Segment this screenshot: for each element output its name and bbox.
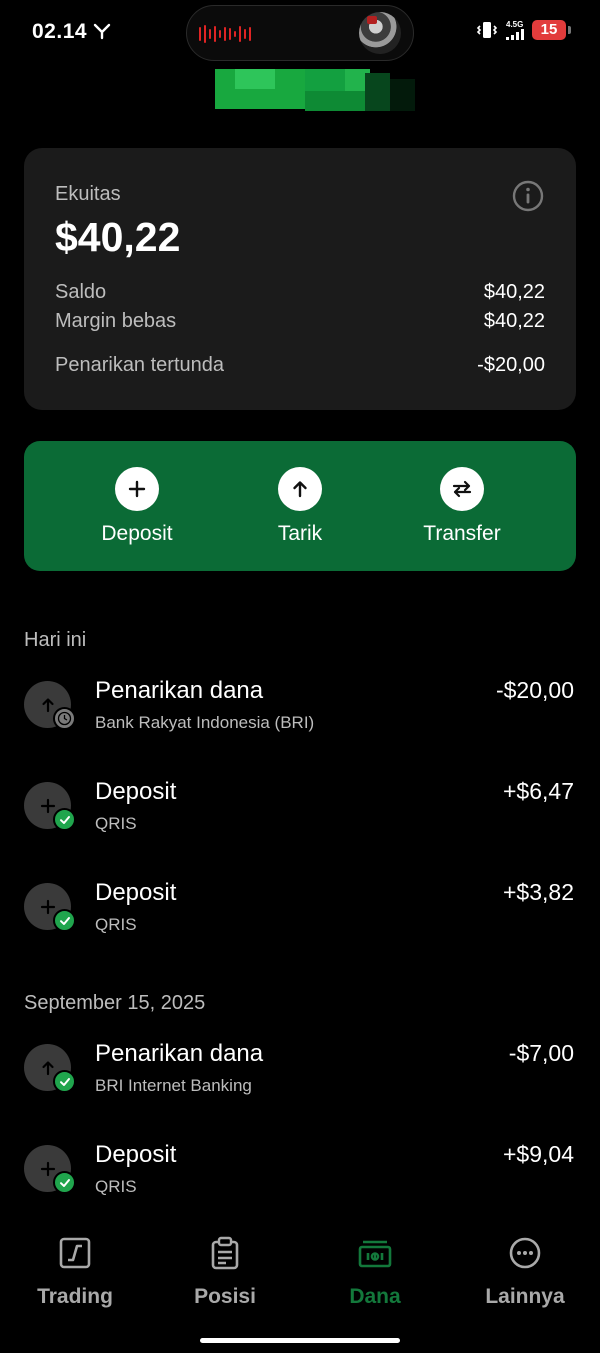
transaction-amount: +$6,47 (503, 778, 574, 804)
plus-icon (115, 467, 159, 511)
transaction-title: Penarikan dana (95, 1040, 264, 1067)
nav-item-dana[interactable]: Dana (305, 1236, 445, 1309)
battery-icon: 15 (532, 20, 571, 40)
balance-value: $40,22 (483, 281, 545, 303)
nav-label-trading: Trading (37, 1285, 113, 1308)
more-icon (509, 1237, 541, 1269)
equity-value: $40,22 (55, 214, 181, 260)
transaction-title: Deposit (95, 1141, 177, 1168)
transaction-amount: +$9,04 (503, 1141, 574, 1167)
transaction-row[interactable]: Deposit QRIS +$3,82 (24, 879, 576, 949)
funds-actions-panel: Deposit Tarik Transfer (24, 441, 576, 571)
pending-clock-icon (53, 707, 76, 730)
transfer-button[interactable]: Transfer (397, 467, 527, 546)
pending-withdrawal-label: Penarikan tertunda (55, 354, 225, 376)
free-margin-label: Margin bebas (55, 310, 177, 332)
transaction-method: QRIS (95, 814, 137, 833)
transaction-method: QRIS (95, 915, 137, 934)
audio-waveform-icon (199, 25, 251, 43)
deposit-button-label: Deposit (101, 522, 173, 545)
transaction-amount: -$7,00 (508, 1040, 574, 1066)
media-artwork-avatar (359, 12, 401, 54)
redacted-account-name (215, 69, 415, 113)
nav-label-posisi: Posisi (194, 1285, 256, 1308)
withdraw-button[interactable]: Tarik (235, 467, 365, 546)
home-indicator[interactable] (200, 1338, 400, 1343)
arrow-up-icon (278, 467, 322, 511)
nav-item-trading[interactable]: Trading (5, 1236, 145, 1309)
deposit-button[interactable]: Deposit (72, 467, 202, 546)
balance-row: Saldo $40,22 (55, 281, 545, 304)
transaction-row[interactable]: Deposit QRIS +$9,04 (24, 1141, 576, 1211)
dynamic-island[interactable] (186, 5, 414, 61)
transaction-amount: -$20,00 (495, 677, 574, 703)
transaction-method: QRIS (95, 1177, 137, 1196)
completed-check-icon (53, 1171, 76, 1194)
info-icon[interactable] (510, 178, 546, 214)
vibrate-icon (476, 22, 498, 38)
cellular-signal-icon: 4.5G (506, 20, 524, 40)
transaction-title: Deposit (95, 879, 177, 906)
transaction-row[interactable]: Deposit QRIS +$6,47 (24, 778, 576, 848)
chart-icon (59, 1237, 91, 1269)
nav-label-lainnya: Lainnya (485, 1285, 565, 1308)
transaction-title: Penarikan dana (95, 677, 264, 704)
completed-check-icon (53, 1070, 76, 1093)
transaction-row[interactable]: Penarikan dana BRI Internet Banking -$7,… (24, 1040, 576, 1110)
network-activity-icon (93, 23, 111, 40)
completed-check-icon (53, 909, 76, 932)
free-margin-row: Margin bebas $40,22 (55, 310, 545, 333)
equity-card: Ekuitas $40,22 Saldo $40,22 Margin bebas… (24, 148, 576, 410)
pending-withdrawal-row: Penarikan tertunda -$20,00 (55, 354, 545, 377)
pending-withdrawal-value: -$20,00 (477, 354, 545, 376)
battery-level: 15 (540, 21, 558, 38)
clock-time: 02.14 (32, 20, 88, 43)
nav-item-posisi[interactable]: Posisi (155, 1236, 295, 1309)
balance-label: Saldo (55, 281, 107, 303)
equity-label: Ekuitas (55, 183, 121, 205)
transfer-button-label: Transfer (423, 522, 501, 545)
wallet-icon (358, 1240, 392, 1268)
swap-icon (440, 467, 484, 511)
free-margin-value: $40,22 (483, 310, 545, 332)
nav-item-lainnya[interactable]: Lainnya (455, 1236, 595, 1309)
status-indicators: 4.5G 15 (476, 20, 571, 40)
network-type-label: 4.5G (506, 20, 524, 29)
withdraw-button-label: Tarik (277, 522, 323, 545)
transaction-amount: +$3,82 (503, 879, 574, 905)
transaction-method: BRI Internet Banking (95, 1076, 252, 1095)
clipboard-icon (211, 1236, 239, 1270)
status-bar: 02.14 4.5G 15 (0, 0, 600, 64)
transaction-title: Deposit (95, 778, 177, 805)
bottom-navigation: Trading Posisi Dana Lainnya (0, 1236, 600, 1326)
completed-check-icon (53, 808, 76, 831)
transaction-row[interactable]: Penarikan dana Bank Rakyat Indonesia (BR… (24, 677, 576, 747)
section-heading-date: September 15, 2025 (24, 992, 206, 1014)
transaction-method: Bank Rakyat Indonesia (BRI) (95, 713, 315, 732)
nav-label-dana: Dana (349, 1285, 401, 1308)
section-heading-today: Hari ini (24, 629, 87, 651)
